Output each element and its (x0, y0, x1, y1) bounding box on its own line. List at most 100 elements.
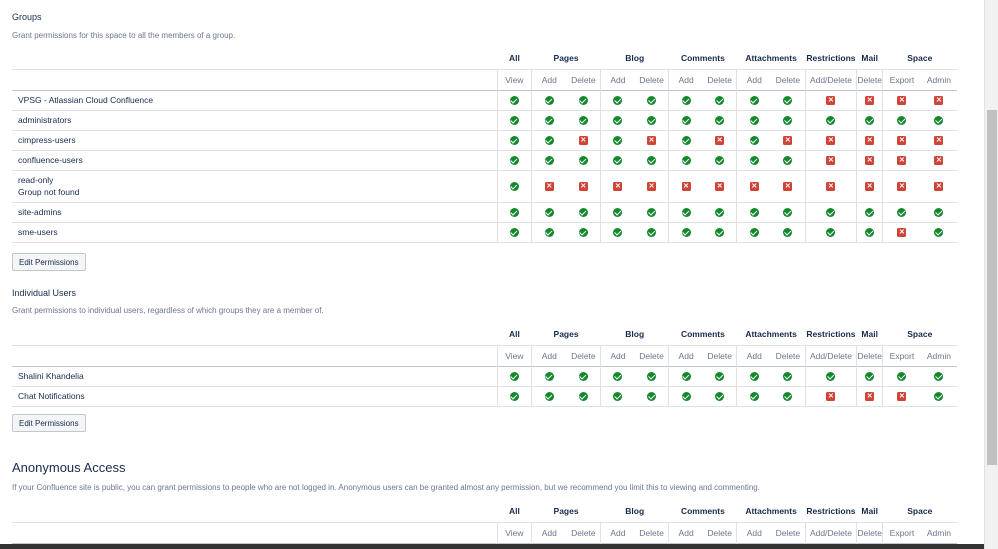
check-circle-icon (783, 156, 793, 166)
row-name: site-admins (18, 207, 62, 217)
check-circle-icon (826, 116, 836, 126)
cross-square-icon: ✕ (897, 96, 907, 106)
anonymous-access-description: If your Confluence site is public, you c… (12, 483, 760, 492)
permission-cell (600, 386, 635, 406)
permission-cell (635, 222, 669, 242)
check-circle-icon (509, 96, 519, 106)
permission-cell (856, 222, 883, 242)
check-circle-icon (647, 96, 657, 106)
cross-square-icon: ✕ (715, 182, 725, 192)
permission-cell (736, 150, 772, 170)
header-blog: Blog (625, 329, 645, 340)
check-circle-icon (578, 228, 588, 238)
permission-cell (496, 386, 532, 406)
permission-cell (882, 202, 921, 222)
check-circle-icon (544, 228, 554, 238)
check-circle-icon (749, 156, 759, 166)
groups-edit-permissions-button[interactable]: Edit Permissions (12, 253, 86, 271)
check-circle-icon (509, 136, 519, 146)
permission-cell: ✕ (736, 170, 772, 202)
table-row: Chat Notifications ✕ ✕ ✕ (12, 386, 957, 406)
check-circle-icon (544, 372, 554, 382)
header-restrictions: Restrictions (806, 53, 856, 64)
permission-cell: ✕ (804, 150, 857, 170)
check-circle-icon (865, 208, 875, 218)
permission-cell (856, 110, 883, 130)
subheader-delete: Delete (856, 69, 883, 90)
subheader-delete: Delete (639, 350, 664, 361)
subheader-delete: Delete (775, 350, 801, 361)
subheader-add-delete: Add/Delete (804, 522, 857, 543)
cross-square-icon: ✕ (934, 156, 944, 166)
scrollbar-thumb[interactable] (987, 110, 997, 465)
permission-cell (635, 386, 669, 406)
page-scrollbar[interactable] (984, 0, 998, 549)
header-pages: Pages (553, 329, 579, 340)
check-circle-icon (647, 208, 657, 218)
header-comments: Comments (680, 53, 725, 64)
permission-cell (635, 90, 669, 110)
permission-cell (771, 366, 805, 386)
permission-cell (736, 222, 772, 242)
check-circle-icon (578, 116, 588, 126)
cross-square-icon: ✕ (934, 182, 944, 192)
row-note: Group not found (18, 187, 80, 197)
header-mail: Mail (861, 53, 878, 64)
header-space: Space (907, 53, 933, 64)
cross-square-icon: ✕ (934, 96, 944, 106)
check-circle-icon (715, 392, 725, 402)
header-group-row: All Pages Blog Comments Attachments Restricti… (12, 48, 957, 69)
table-row: sme-users ✕ (12, 222, 957, 242)
cross-square-icon: ✕ (544, 182, 554, 192)
header-sub-row: View Add Delete Add Delete Add Delete Add Delete… (12, 345, 957, 366)
check-circle-icon (544, 136, 554, 146)
groups-title: Groups (12, 12, 42, 22)
groups-permissions-table: All Pages Blog Comments Attachments Restricti… (12, 48, 957, 243)
permission-cell (668, 202, 703, 222)
header-mail: Mail (861, 329, 878, 340)
subheader-delete: Delete (707, 74, 732, 85)
permission-cell (771, 90, 805, 110)
header-group-row: All Pages Blog Comments Attachments Restricti… (12, 501, 957, 522)
subheader-delete: Delete (571, 527, 596, 538)
permission-cell (496, 170, 532, 202)
check-circle-icon (647, 228, 657, 238)
check-circle-icon (544, 208, 554, 218)
permission-cell (771, 386, 805, 406)
cross-square-icon: ✕ (865, 182, 875, 192)
permission-cell: ✕ (882, 130, 921, 150)
header-comments: Comments (680, 506, 725, 517)
cross-square-icon: ✕ (897, 228, 907, 238)
check-circle-icon (544, 156, 554, 166)
table-row: VPSG - Atlassian Cloud Confluence ✕ ✕ ✕ ✕ (12, 90, 957, 110)
row-name: Shalini Khandelia (18, 371, 84, 381)
permission-cell: ✕ (882, 386, 921, 406)
permission-cell: ✕ (856, 90, 883, 110)
subheader-add: Add (736, 69, 772, 90)
permission-cell (736, 110, 772, 130)
table-row: cimpress-users ✕ ✕ ✕ ✕ ✕ ✕ ✕ ✕ (12, 130, 957, 150)
header-attachments: Attachments (745, 329, 797, 340)
permission-cell (921, 366, 957, 386)
row-name-cell: sme-users (12, 222, 497, 242)
permission-cell: ✕ (921, 90, 957, 110)
individuals-edit-permissions-button[interactable]: Edit Permissions (12, 414, 86, 432)
header-all: All (508, 329, 520, 340)
permission-cell (530, 366, 567, 386)
check-circle-icon (865, 116, 875, 126)
subheader-delete: Delete (707, 527, 732, 538)
header-all: All (508, 506, 520, 517)
cross-square-icon: ✕ (865, 156, 875, 166)
check-circle-icon (509, 182, 519, 192)
permission-cell (635, 150, 669, 170)
permission-cell (856, 202, 883, 222)
permission-cell (600, 110, 635, 130)
permission-cell: ✕ (921, 130, 957, 150)
row-name: read-only (18, 175, 54, 185)
permission-cell: ✕ (635, 130, 669, 150)
header-blog: Blog (625, 53, 645, 64)
permission-cell: ✕ (771, 170, 805, 202)
check-circle-icon (681, 116, 691, 126)
subheader-add: Add (600, 345, 635, 366)
check-circle-icon (826, 372, 836, 382)
